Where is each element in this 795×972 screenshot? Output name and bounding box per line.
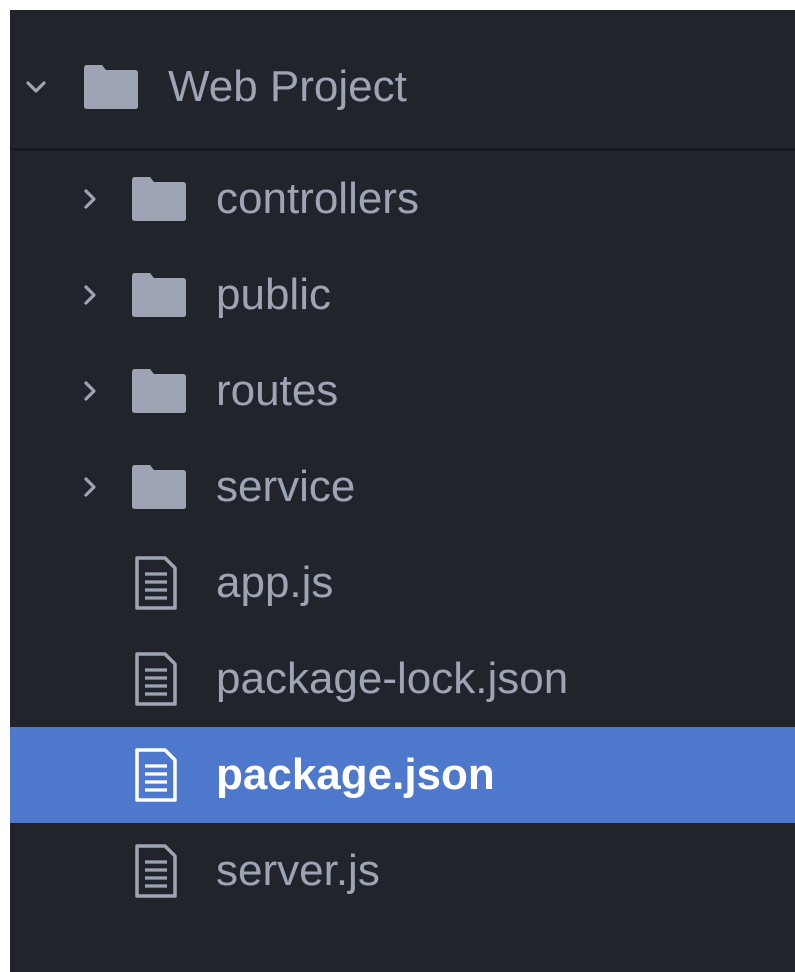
tree-root-label: Web Project (168, 62, 407, 111)
tree-item-label: service (216, 462, 356, 511)
folder-icon (130, 270, 188, 320)
tree-item-controllers[interactable]: controllers (10, 151, 795, 247)
tree-item-label: controllers (216, 174, 419, 223)
tree-item-package-lock-json[interactable]: package-lock.json (10, 631, 795, 727)
tree-item-app-js[interactable]: app.js (10, 535, 795, 631)
tree-item-label: routes (216, 366, 339, 415)
tree-item-label: package-lock.json (216, 654, 569, 703)
folder-icon (130, 366, 188, 416)
tree-root-web-project[interactable]: Web Project (10, 38, 795, 136)
file-text-icon (132, 843, 180, 899)
tree-item-label: public (216, 270, 331, 319)
chevron-right-icon[interactable] (78, 379, 102, 403)
folder-icon (82, 62, 140, 112)
folder-icon (130, 174, 188, 224)
tree-item-package-json[interactable]: package.json (10, 727, 795, 823)
file-text-icon (132, 651, 180, 707)
file-text-icon (132, 747, 180, 803)
tree-item-label: server.js (216, 846, 380, 895)
folder-icon (130, 462, 188, 512)
tree-item-routes[interactable]: routes (10, 343, 795, 439)
tree-item-label: package.json (216, 750, 495, 799)
tree-item-public[interactable]: public (10, 247, 795, 343)
chevron-down-icon[interactable] (24, 75, 48, 99)
chevron-right-icon[interactable] (78, 283, 102, 307)
file-text-icon (132, 555, 180, 611)
tree-item-server-js[interactable]: server.js (10, 823, 795, 919)
tree-item-service[interactable]: service (10, 439, 795, 535)
file-tree-panel: Web Project controllers public routes se… (10, 10, 795, 972)
chevron-right-icon[interactable] (78, 187, 102, 211)
tree-item-label: app.js (216, 558, 334, 607)
chevron-right-icon[interactable] (78, 475, 102, 499)
